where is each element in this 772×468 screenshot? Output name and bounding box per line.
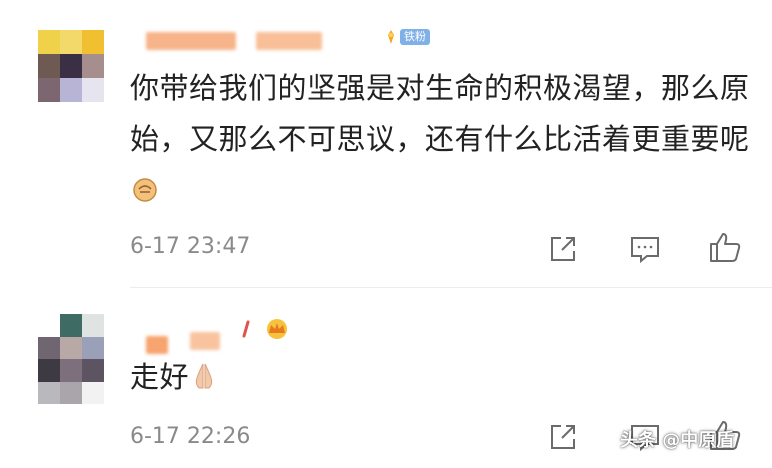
share-button[interactable] [546,420,580,454]
crown-badge [238,318,290,340]
thumbs-up-icon [710,233,741,262]
praying-hands-emoji [191,355,217,406]
share-icon [551,237,575,261]
reply-button[interactable] [628,232,662,266]
comment-text: 走好 [130,352,760,406]
share-icon [551,425,575,449]
like-button[interactable] [708,230,742,264]
watermark: 头条 @中原盾 [620,430,735,451]
timestamp: 6-17 23:47 [130,234,251,259]
share-button[interactable] [546,232,580,266]
comment-item: 走好 6-17 22:26 [0,0,772,452]
comment-icon [631,237,659,264]
timestamp: 6-17 22:26 [130,424,251,449]
divider [130,287,772,288]
avatar[interactable] [38,314,104,404]
comment-body: 走好 [130,360,190,394]
crown-icon [242,319,287,339]
